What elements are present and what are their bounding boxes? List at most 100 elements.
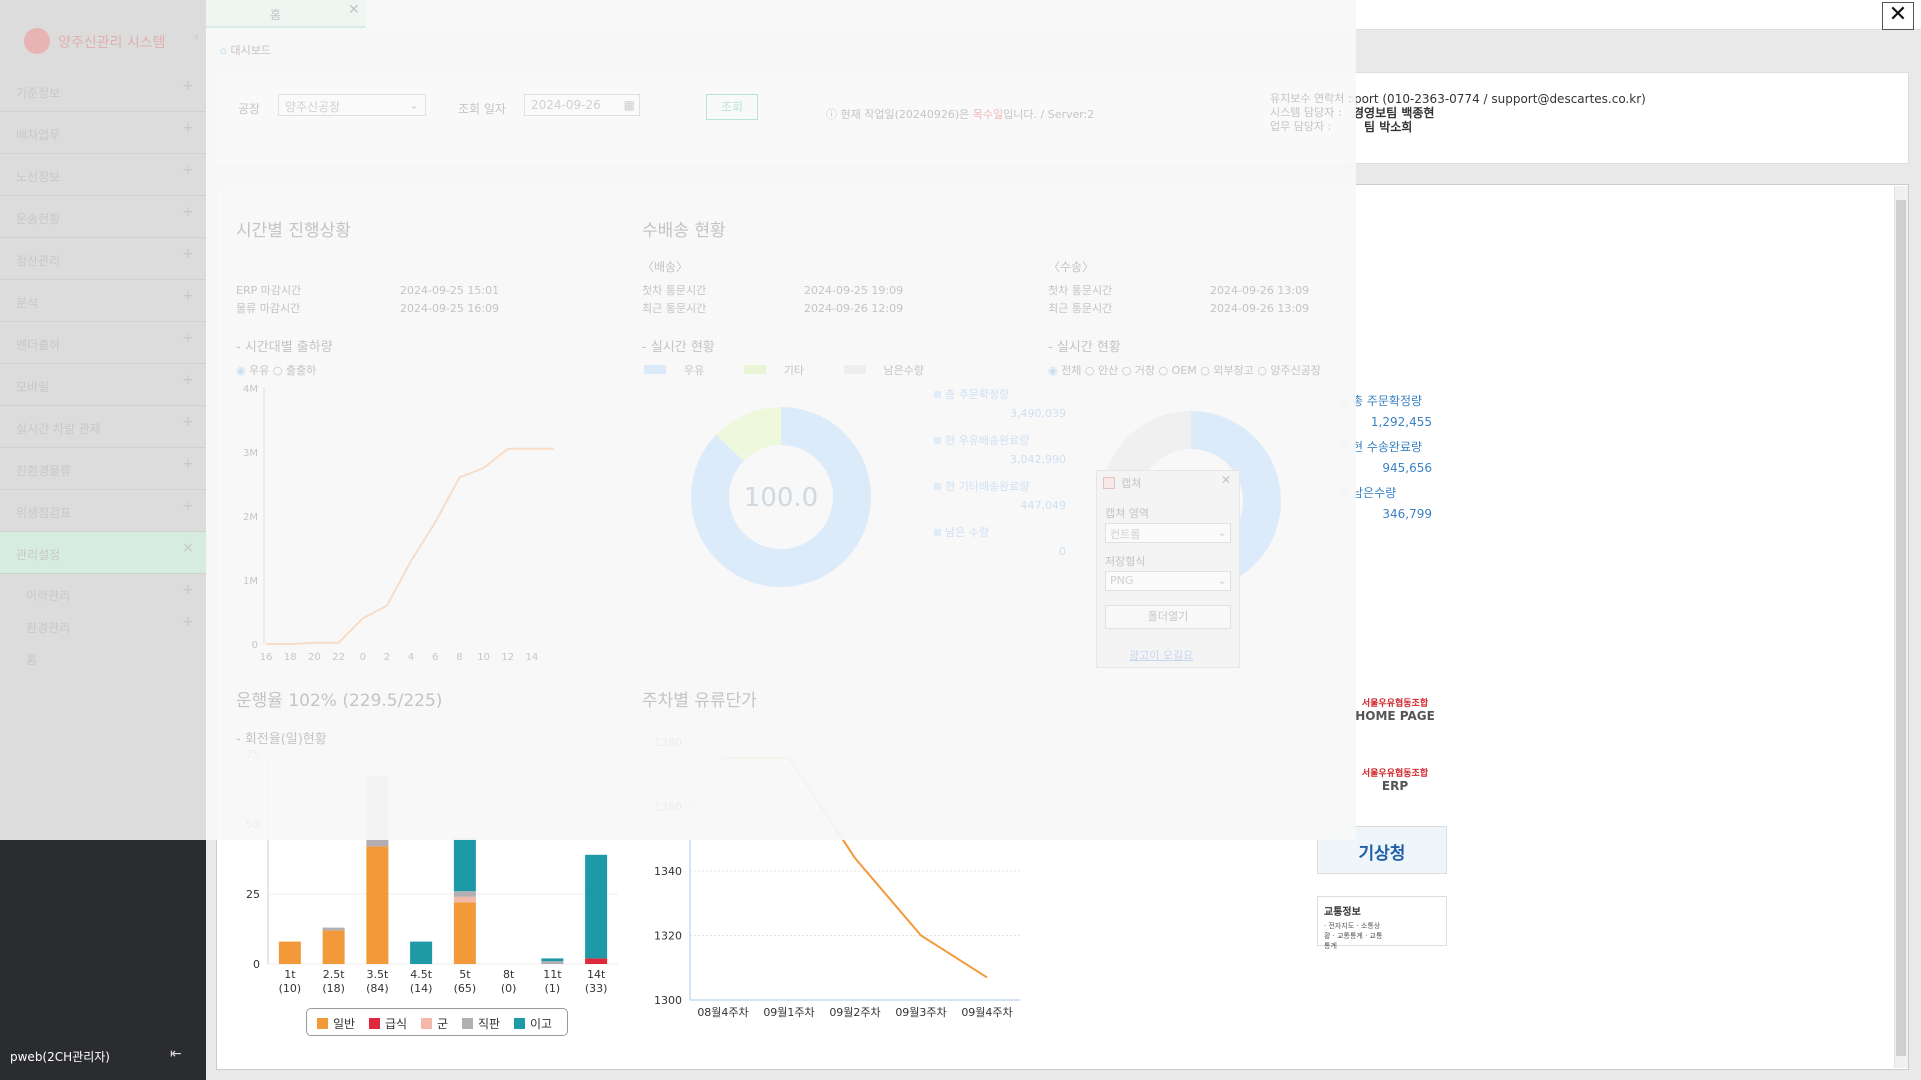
plant-value: 양주신공장 <box>285 100 341 114</box>
expand-plus-icon[interactable]: + <box>182 456 194 472</box>
x-count-label: (10) <box>279 982 302 995</box>
x-tick-label: 11t <box>543 968 562 981</box>
capture-area-select[interactable]: 컨트롤 ⌄ <box>1105 523 1231 543</box>
close-icon[interactable]: ✕ <box>1221 473 1231 487</box>
menu-label: 배차업무 <box>16 128 61 142</box>
contact-label: 시스템 담당자 : <box>1270 106 1342 119</box>
radio-label: 양주신공장 <box>1270 364 1322 377</box>
x-tick-label: 0 <box>360 652 366 663</box>
x-count-label: (65) <box>454 982 477 995</box>
series-line <box>266 447 554 645</box>
chevron-down-icon: ⌄ <box>1217 526 1227 539</box>
stat-value: 447,049 <box>1020 499 1067 512</box>
row-label: 첫차 통문시간 <box>642 284 707 297</box>
chevron-down-icon: ⌄ <box>1217 574 1227 587</box>
menu-item[interactable]: 배차업무 + <box>0 112 206 154</box>
menu-label: 운송현황 <box>16 212 61 226</box>
bar-chart-legend: 일반 급식 군 직판 이고 <box>306 1008 568 1036</box>
x-count-label: (1) <box>545 982 561 995</box>
overlay-main: 홈 ✕ ⌂ 대시보드 공장 양주신공장 ⌄ 조회 일자 2024-09-26 ▦ 조… <box>206 0 1356 840</box>
tab-home[interactable]: 홈 ✕ <box>206 0 366 28</box>
menu-item[interactable]: 모바일 + <box>0 364 206 406</box>
menu-item[interactable]: 위생점검표 + <box>0 490 206 532</box>
menu-item[interactable]: 실시간 차량 관제 + <box>0 406 206 448</box>
close-icon[interactable]: ✕ <box>1882 2 1914 30</box>
radio-checked-icon[interactable]: ◉ <box>1048 364 1058 377</box>
delivery-row: 최근 통문시간 2024-09-26 12:09 <box>642 300 903 318</box>
expand-plus-icon[interactable]: + <box>182 204 194 220</box>
row-label: ERP 마감시간 <box>236 284 302 297</box>
collapse-minus-icon[interactable]: × <box>182 540 194 556</box>
menu-item[interactable]: 정산관리 + <box>0 238 206 280</box>
weekly-fuel-title: 주차별 유류단가 <box>642 691 757 711</box>
y-tick-label: 2M <box>243 512 258 523</box>
menu-item[interactable]: 관리설정 × <box>0 532 206 574</box>
submenu-item[interactable]: 환경관리 + <box>0 610 206 642</box>
legend-label: 일반 <box>333 1017 356 1031</box>
menu-label: 노선정보 <box>16 170 61 184</box>
date-input[interactable]: 2024-09-26 ▦ <box>524 94 640 116</box>
search-button[interactable]: 조회 <box>706 94 758 120</box>
menu-item[interactable]: 노선정보 + <box>0 154 206 196</box>
expand-plus-icon[interactable]: + <box>182 120 194 136</box>
x-tick-label: 18 <box>284 652 297 663</box>
collapse-icon[interactable]: ‹ <box>194 30 199 44</box>
progress-row: 물류 마감시간 2024-09-25 16:09 <box>236 300 499 318</box>
expand-plus-icon[interactable]: + <box>182 498 194 514</box>
menu-item[interactable]: 친환경물류 + <box>0 448 206 490</box>
radio-label: 출출하 <box>285 364 317 377</box>
open-folder-button[interactable]: 폴더열기 <box>1105 605 1231 629</box>
y-tick-label: 4M <box>243 384 258 395</box>
x-tick-label: 09월4주차 <box>961 1006 1012 1019</box>
dialog-link[interactable]: 광고이 오길요 <box>1129 647 1193 663</box>
menu-item[interactable]: 운송현황 + <box>0 196 206 238</box>
delivery-stat: 총 주문확정량 3,490,039 <box>934 386 1066 420</box>
x-count-label: (84) <box>366 982 389 995</box>
expand-plus-icon[interactable]: + <box>182 78 194 94</box>
submenu-item[interactable]: 이력관리 + <box>0 578 206 610</box>
expand-plus-icon[interactable]: + <box>182 162 194 178</box>
expand-plus-icon[interactable]: + <box>182 582 194 598</box>
plant-select[interactable]: 양주신공장 ⌄ <box>278 94 426 116</box>
format-select[interactable]: PNG ⌄ <box>1105 571 1231 591</box>
milk-radio-group[interactable]: ◉ 우유 ○ 출출하 <box>236 362 316 378</box>
plant-radio-group[interactable]: ◉ 전체 ○ 안산 ○ 거창 ○ OEM ○ 외부창고 ○ 양주신공장 <box>1048 362 1321 378</box>
expand-plus-icon[interactable]: + <box>182 414 194 430</box>
erp-link[interactable]: 서울우유협동조합 ERP <box>1340 756 1450 806</box>
radio-label: 거창 <box>1134 364 1156 377</box>
expand-plus-icon[interactable]: + <box>182 288 194 304</box>
legend-label: 군 <box>437 1017 449 1031</box>
expand-plus-icon[interactable]: + <box>182 330 194 346</box>
plant-label: 공장 <box>238 102 261 116</box>
menu-item[interactable]: 기준정보 + <box>0 70 206 112</box>
radio-checked-icon[interactable]: ◉ <box>236 364 246 377</box>
delivery-title: 수배송 현황 <box>642 221 726 241</box>
x-count-label: (18) <box>322 982 345 995</box>
delivery-stat: 현 기타배송완료량 447,049 <box>934 478 1066 512</box>
contact-labels: 유지보수 연락처 : 시스템 담당자 : 업무 담당자 : <box>1270 92 1352 134</box>
tab-close-icon[interactable]: ✕ <box>348 2 360 18</box>
scrollbar-thumb[interactable] <box>1896 200 1906 1056</box>
bar-segment <box>322 927 345 931</box>
notice-text: ⓘ 현재 작업일(20240926)은 <box>826 108 973 121</box>
link-label: HOME PAGE <box>1355 709 1435 723</box>
chevron-down-icon: ⌄ <box>408 98 419 112</box>
bar-segment <box>453 896 476 903</box>
delivery-section-label: 〈배송〉 <box>642 260 689 274</box>
home-page-link[interactable]: 서울우유협동조합 HOME PAGE <box>1340 686 1450 736</box>
expand-plus-icon[interactable]: + <box>182 614 194 630</box>
submenu-item[interactable]: 홈 <box>0 642 206 674</box>
home-icon: ⌂ <box>220 44 227 57</box>
expand-plus-icon[interactable]: + <box>182 372 194 388</box>
format-value: PNG <box>1110 574 1134 587</box>
legend-item: 일반 <box>317 1015 355 1032</box>
expand-plus-icon[interactable]: + <box>182 246 194 262</box>
calendar-icon[interactable]: ▦ <box>624 98 635 112</box>
x-tick-label: 09월3주차 <box>895 1006 946 1019</box>
x-tick-label: 22 <box>332 652 345 663</box>
traffic-link[interactable]: 교통정보 · 전자지도 · 소통상황 · 교통통계 · 교통통계 <box>1317 896 1447 950</box>
menu-item[interactable]: 분석 + <box>0 280 206 322</box>
delivery-stat: 남은 수량 0 <box>934 524 1066 558</box>
logout-icon[interactable]: ⇤ <box>170 1046 186 1062</box>
menu-item[interactable]: 벤더출하 + <box>0 322 206 364</box>
